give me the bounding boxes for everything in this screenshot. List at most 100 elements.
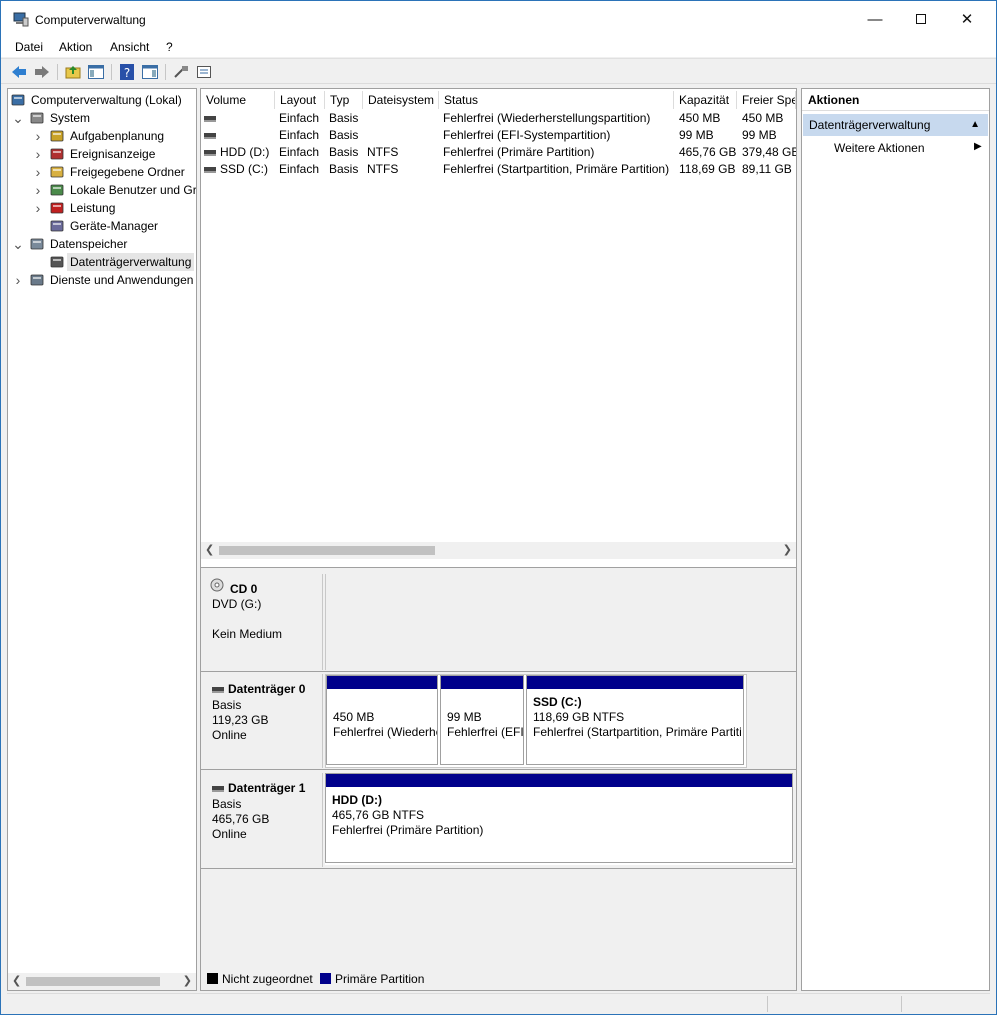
disk-separator <box>201 769 796 770</box>
scroll-left-icon[interactable]: ❮ <box>205 543 214 556</box>
computer-management-icon <box>13 12 29 27</box>
primary-partition-bar <box>527 676 743 689</box>
computer-management-icon <box>10 92 26 108</box>
table-row[interactable]: SSD (C:) Einfach Basis NTFS Fehlerfrei (Star… <box>201 161 796 178</box>
legend-primary: Primäre Partition <box>335 972 425 986</box>
actions-pane: Aktionen Datenträgerverwaltung ▲ Weitere… <box>801 88 990 991</box>
partition-status: Fehlerfrei (Startpartition, Primäre Part… <box>533 725 741 739</box>
event-viewer-icon <box>49 146 65 162</box>
show-action-pane-icon[interactable] <box>141 63 159 81</box>
disk-label-disk1[interactable]: Datenträger 1 Basis 465,76 GB Online <box>203 773 323 867</box>
table-row[interactable]: HDD (D:) Einfach Basis NTFS Fehlerfrei (Prim… <box>201 144 796 161</box>
partition-recovery[interactable]: 450 MB Fehlerfrei (Wiederherstellungspar… <box>326 675 438 765</box>
device-manager-icon <box>49 218 65 234</box>
shared-folders-icon <box>49 164 65 180</box>
scroll-left-icon[interactable]: ❮ <box>12 974 21 987</box>
column-status[interactable]: Status <box>439 91 674 109</box>
column-volume[interactable]: Volume <box>201 91 275 109</box>
disk0-name-row: Datenträger 0 <box>212 682 305 697</box>
cell-layout: Einfach <box>279 145 320 159</box>
cell-volume: HDD (D:) <box>204 144 274 161</box>
cell-fs: NTFS <box>367 162 399 176</box>
menu-datei[interactable]: Datei <box>15 40 43 54</box>
partition-recovery-text: 450 MB Fehlerfrei (Wiederherstellungspar… <box>333 710 437 740</box>
volume-drive-icon <box>204 166 216 173</box>
submenu-arrow-icon[interactable]: ▶ <box>974 141 982 152</box>
forward-arrow-icon[interactable] <box>33 63 51 81</box>
column-freier-speicher[interactable]: Freier Spe <box>737 91 796 109</box>
actions-section-disk-management[interactable]: Datenträgerverwaltung ▲ <box>803 114 988 136</box>
cell-layout: Einfach <box>279 128 320 142</box>
cell-volume: SSD (C:) <box>204 161 274 178</box>
cell-free: 99 MB <box>742 128 777 142</box>
chevron-down-icon[interactable]: ⌄ <box>12 109 24 127</box>
partition-title: HDD (D:) <box>332 793 382 807</box>
cd0-drive: DVD (G:) <box>212 597 262 611</box>
hard-disk-icon <box>212 686 224 693</box>
menu-bar: Datei Aktion Ansicht ? <box>1 37 996 57</box>
volume-name: SSD (C:) <box>220 162 268 176</box>
connect-icon[interactable] <box>172 63 190 81</box>
cell-typ: Basis <box>329 145 359 159</box>
maximize-button[interactable] <box>898 1 944 37</box>
chevron-right-icon[interactable]: › <box>32 127 44 145</box>
disk-label-disk0[interactable]: Datenträger 0 Basis 119,23 GB Online <box>203 674 323 768</box>
column-kapazitaet[interactable]: Kapazität <box>674 91 737 109</box>
volume-list-scrollbar[interactable]: ❮ ❯ <box>201 542 796 559</box>
menu-ansicht[interactable]: Ansicht <box>110 40 149 54</box>
close-button[interactable]: ✕ <box>944 1 990 37</box>
legend-swatch-unallocated <box>207 973 218 984</box>
partition-size: 450 MB <box>333 710 375 724</box>
volume-drive-icon <box>204 149 216 156</box>
table-row[interactable]: Einfach Basis Fehlerfrei (Wiederherstellun… <box>201 110 796 127</box>
minimize-icon: — <box>867 10 883 28</box>
more-actions-item[interactable]: Weitere Aktionen <box>834 141 925 155</box>
partition-title: SSD (C:) <box>533 695 582 709</box>
title-bar[interactable]: Computerverwaltung — ✕ <box>1 1 996 37</box>
cell-status: Fehlerfrei (Startpartition, Primäre Part… <box>443 162 670 176</box>
chevron-right-icon[interactable]: › <box>32 181 44 199</box>
partition-hdd-d[interactable]: HDD (D:) 465,76 GB NTFS Fehlerfrei (Prim… <box>325 773 793 863</box>
scroll-right-icon[interactable]: ❯ <box>183 974 192 987</box>
disk0-status: Online <box>212 728 247 742</box>
tree-item-label: Leistung <box>70 201 116 215</box>
actions-header: Aktionen <box>802 89 989 111</box>
cell-status: Fehlerfrei (Wiederherstellungspartition) <box>443 111 651 125</box>
cd0-status: Kein Medium <box>212 627 283 641</box>
disk1-status: Online <box>212 827 247 841</box>
navigation-tree: Computerverwaltung (Lokal) ⌄ System › Aufgab… <box>7 88 197 991</box>
disk0-type: Basis <box>212 698 242 712</box>
partition-size: 465,76 GB NTFS <box>332 808 425 822</box>
tree-scrollbar[interactable]: ❮ ❯ <box>8 973 196 990</box>
volume-drive-icon <box>204 132 216 139</box>
scroll-thumb[interactable] <box>26 977 160 986</box>
disk-management-icon <box>49 254 65 270</box>
menu-help[interactable]: ? <box>166 40 173 54</box>
disk-label-cd0[interactable]: CD 0 DVD (G:) Kein Medium <box>203 574 323 670</box>
partition-ssd-c[interactable]: SSD (C:) 118,69 GB NTFS Fehlerfrei (Star… <box>526 675 744 765</box>
help-icon[interactable]: ? <box>118 63 136 81</box>
cell-layout: Einfach <box>279 111 320 125</box>
up-folder-icon[interactable] <box>64 63 82 81</box>
column-dateisystem[interactable]: Dateisystem <box>363 91 439 109</box>
properties-icon[interactable] <box>195 63 213 81</box>
column-typ[interactable]: Typ <box>325 91 363 109</box>
chevron-right-icon[interactable]: › <box>12 271 24 289</box>
chevron-right-icon[interactable]: › <box>32 145 44 163</box>
chevron-down-icon[interactable]: ⌄ <box>12 235 24 253</box>
scroll-thumb[interactable] <box>219 546 435 555</box>
collapse-up-icon[interactable]: ▲ <box>970 114 980 136</box>
minimize-button[interactable]: — <box>852 1 898 37</box>
table-row[interactable]: Einfach Basis Fehlerfrei (EFI-Systempartit… <box>201 127 796 144</box>
chevron-right-icon[interactable]: › <box>32 199 44 217</box>
partition-efi[interactable]: 99 MB Fehlerfrei (EFI-Systempartition) <box>440 675 524 765</box>
cell-cap: 465,76 GB <box>679 145 737 159</box>
menu-aktion[interactable]: Aktion <box>59 40 92 54</box>
cell-layout: Einfach <box>279 162 320 176</box>
back-arrow-icon[interactable] <box>10 63 28 81</box>
show-hide-tree-icon[interactable] <box>87 63 105 81</box>
chevron-right-icon[interactable]: › <box>32 163 44 181</box>
partition-status: Fehlerfrei (EFI-Systempartition) <box>447 725 523 739</box>
scroll-right-icon[interactable]: ❯ <box>783 543 792 556</box>
column-layout[interactable]: Layout <box>275 91 325 109</box>
